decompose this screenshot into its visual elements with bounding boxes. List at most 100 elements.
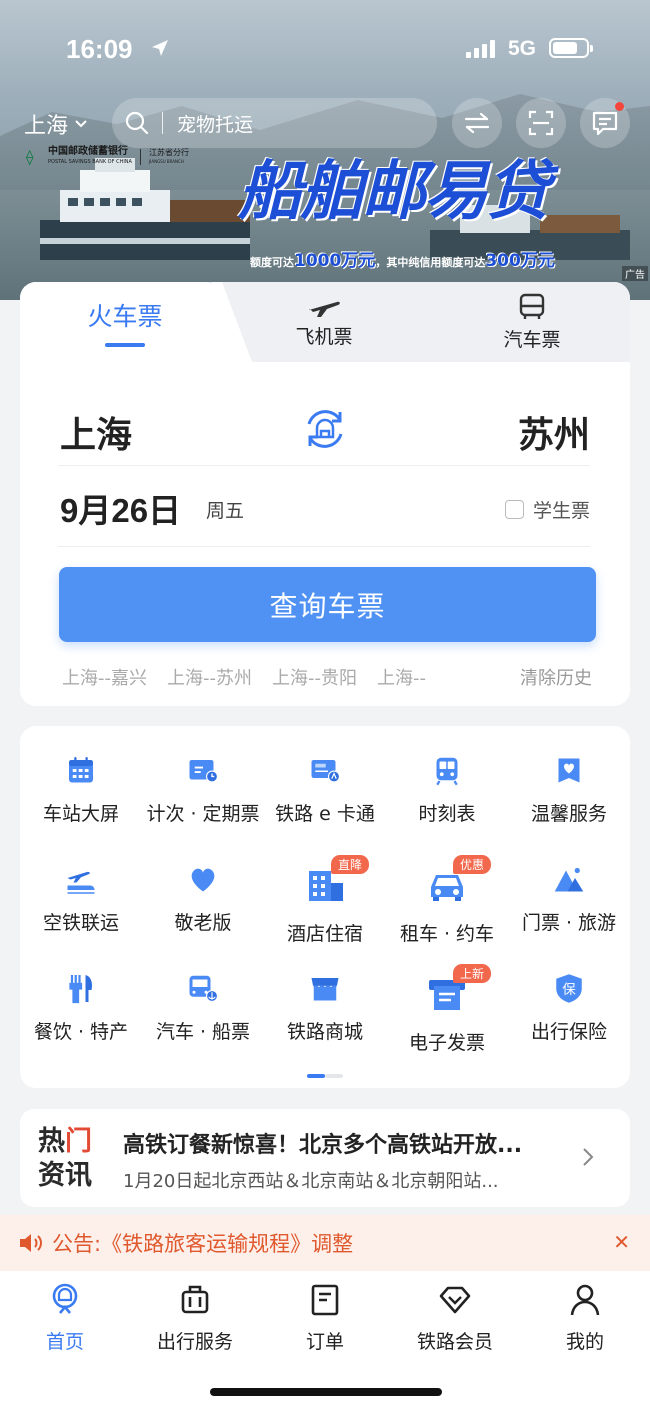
ad-subtitle: 额度可达1000万元，其中纯信用额度可达300万元 (250, 246, 555, 271)
service-timetable[interactable]: 时刻表 (386, 726, 508, 826)
hot-char-1: 热 (38, 1126, 65, 1157)
divider (58, 546, 590, 547)
branch-name-en: JIANGSU BRANCH (148, 159, 184, 164)
service-ecard[interactable]: 铁路 e 卡通 (264, 726, 386, 826)
bank-name: 中国邮政储蓄银行 (48, 146, 128, 157)
tab-train[interactable]: 火车票 (20, 282, 230, 362)
news-label-bottom: 资讯 (38, 1160, 92, 1191)
luggage-icon (181, 1285, 209, 1314)
departure-date[interactable]: 9月26日 (60, 484, 181, 532)
service-car-rental[interactable]: 优惠 租车 · 约车 (386, 835, 508, 945)
order-icon (311, 1284, 339, 1316)
ship-image (40, 158, 250, 260)
service-elderly[interactable]: 敬老版 (142, 835, 264, 935)
switch-button[interactable] (452, 98, 502, 148)
chevron-down-icon (75, 120, 87, 128)
calendar-icon (69, 757, 93, 783)
scan-button[interactable] (516, 98, 566, 148)
search-divider (162, 112, 163, 134)
city-label: 上海 (24, 114, 69, 139)
message-icon (592, 111, 618, 136)
service-label: 车站大屏 (42, 803, 119, 825)
history-item[interactable]: 上海-- (377, 664, 426, 690)
service-label: 敬老版 (174, 912, 232, 934)
divider (58, 465, 590, 466)
nav-label: 出行服务 (156, 1331, 233, 1353)
mountain-icon (554, 867, 584, 892)
service-label: 租车 · 约车 (399, 923, 495, 945)
ticket-tabs: 火车票 飞机票 汽车票 (20, 282, 630, 362)
history-item[interactable]: 上海--嘉兴 (62, 664, 147, 690)
search-bar[interactable]: 宠物托运 (112, 98, 437, 148)
tab-plane[interactable]: 飞机票 (244, 282, 404, 362)
network-type: 5G (508, 37, 537, 60)
bank-name-en: POSTAL SAVINGS BANK OF CHINA (48, 159, 132, 165)
service-label: 电子发票 (408, 1032, 485, 1054)
bank-logo: ⟠ 中国邮政储蓄银行 POSTAL SAVINGS BANK OF CHINA 江… (26, 146, 189, 168)
nav-label: 订单 (305, 1331, 344, 1353)
heart-flag-icon (558, 758, 580, 783)
shop-icon (311, 978, 339, 1001)
clear-history-button[interactable]: 清除历史 (510, 664, 592, 690)
nav-profile[interactable]: 我的 (520, 1283, 650, 1354)
news-subtitle: 1月20日起北京西站＆北京南站＆北京朝阳站... (123, 1171, 499, 1192)
service-label: 计次 · 定期票 (146, 803, 260, 825)
service-badge: 直降 (331, 855, 370, 874)
service-station-screen[interactable]: 车站大屏 (20, 726, 142, 826)
service-food[interactable]: 餐饮 · 特产 (20, 944, 142, 1044)
postal-bank-icon: ⟠ (26, 148, 34, 166)
service-label: 门票 · 旅游 (521, 912, 617, 934)
message-button[interactable] (580, 98, 630, 148)
tab-train-label: 火车票 (87, 302, 163, 331)
home-indicator (210, 1388, 442, 1396)
search-history: 上海--嘉兴 上海--苏州 上海--贵阳 上海-- 清除历史 (62, 664, 592, 690)
ad-amount-2: 300万元 (485, 251, 555, 271)
service-insurance[interactable]: 保 出行保险 (508, 944, 630, 1044)
notice-text: 公告:《铁路旅客运输规程》调整 (52, 1232, 354, 1256)
history-item[interactable]: 上海--苏州 (167, 664, 252, 690)
service-label: 时刻表 (418, 803, 476, 825)
chevron-right-icon (583, 1148, 594, 1166)
search-placeholder: 宠物托运 (177, 113, 254, 136)
service-badge: 上新 (453, 964, 492, 983)
nav-travel-services[interactable]: 出行服务 (130, 1283, 260, 1354)
service-care[interactable]: 温馨服务 (508, 726, 630, 826)
history-item[interactable]: 上海--贵阳 (272, 664, 357, 690)
page-indicator (307, 1074, 343, 1078)
nav-label: 我的 (565, 1331, 604, 1353)
hot-char: 热门 (38, 1126, 92, 1157)
service-hotel[interactable]: 直降 酒店住宿 (264, 835, 386, 945)
service-bus-ship[interactable]: 汽车 · 船票 (142, 944, 264, 1044)
status-bar: 16:09 5G (0, 30, 650, 70)
service-air-rail[interactable]: 空铁联运 (20, 835, 142, 935)
plane-train-icon (67, 871, 95, 894)
nav-home[interactable]: 首页 (0, 1283, 130, 1354)
notice-bar[interactable]: 公告:《铁路旅客运输规程》调整 ✕ (0, 1215, 650, 1271)
close-icon[interactable]: ✕ (613, 1230, 630, 1254)
signal-icon (466, 40, 495, 58)
tab-bus[interactable]: 汽车票 (452, 282, 612, 362)
bus-anchor-icon (189, 975, 218, 1002)
nav-orders[interactable]: 订单 (260, 1283, 390, 1354)
speaker-icon (20, 1234, 42, 1252)
ticket-card: 火车票 飞机票 汽车票 上海 苏州 9月26日 周五 学生票 查询车票 上海--… (20, 282, 630, 706)
from-station[interactable]: 上海 (60, 406, 132, 458)
service-e-invoice[interactable]: 上新 电子发票 (386, 944, 508, 1054)
nav-membership[interactable]: 铁路会员 (390, 1283, 520, 1354)
branch-name: 江苏省分行 (148, 148, 189, 157)
card-icon (311, 760, 340, 783)
city-selector[interactable]: 上海 (24, 108, 88, 140)
fork-knife-icon (69, 975, 93, 1004)
notification-dot (615, 102, 624, 111)
swap-stations-icon[interactable] (302, 406, 348, 452)
ad-amount-1: 1000万元 (294, 251, 376, 271)
query-tickets-button[interactable]: 查询车票 (59, 567, 596, 642)
service-rail-mall[interactable]: 铁路商城 (264, 944, 386, 1044)
service-period-ticket[interactable]: 计次 · 定期票 (142, 726, 264, 826)
hot-news[interactable]: 热门 资讯 高铁订餐新惊喜！北京多个高铁站开放... 1月20日起北京西站＆北京… (20, 1109, 630, 1207)
to-station[interactable]: 苏州 (518, 406, 590, 458)
student-checkbox[interactable] (504, 500, 524, 519)
tab-bus-label: 汽车票 (503, 328, 561, 351)
service-tickets-travel[interactable]: 门票 · 旅游 (508, 835, 630, 935)
student-ticket-option[interactable]: 学生票 (504, 496, 590, 523)
